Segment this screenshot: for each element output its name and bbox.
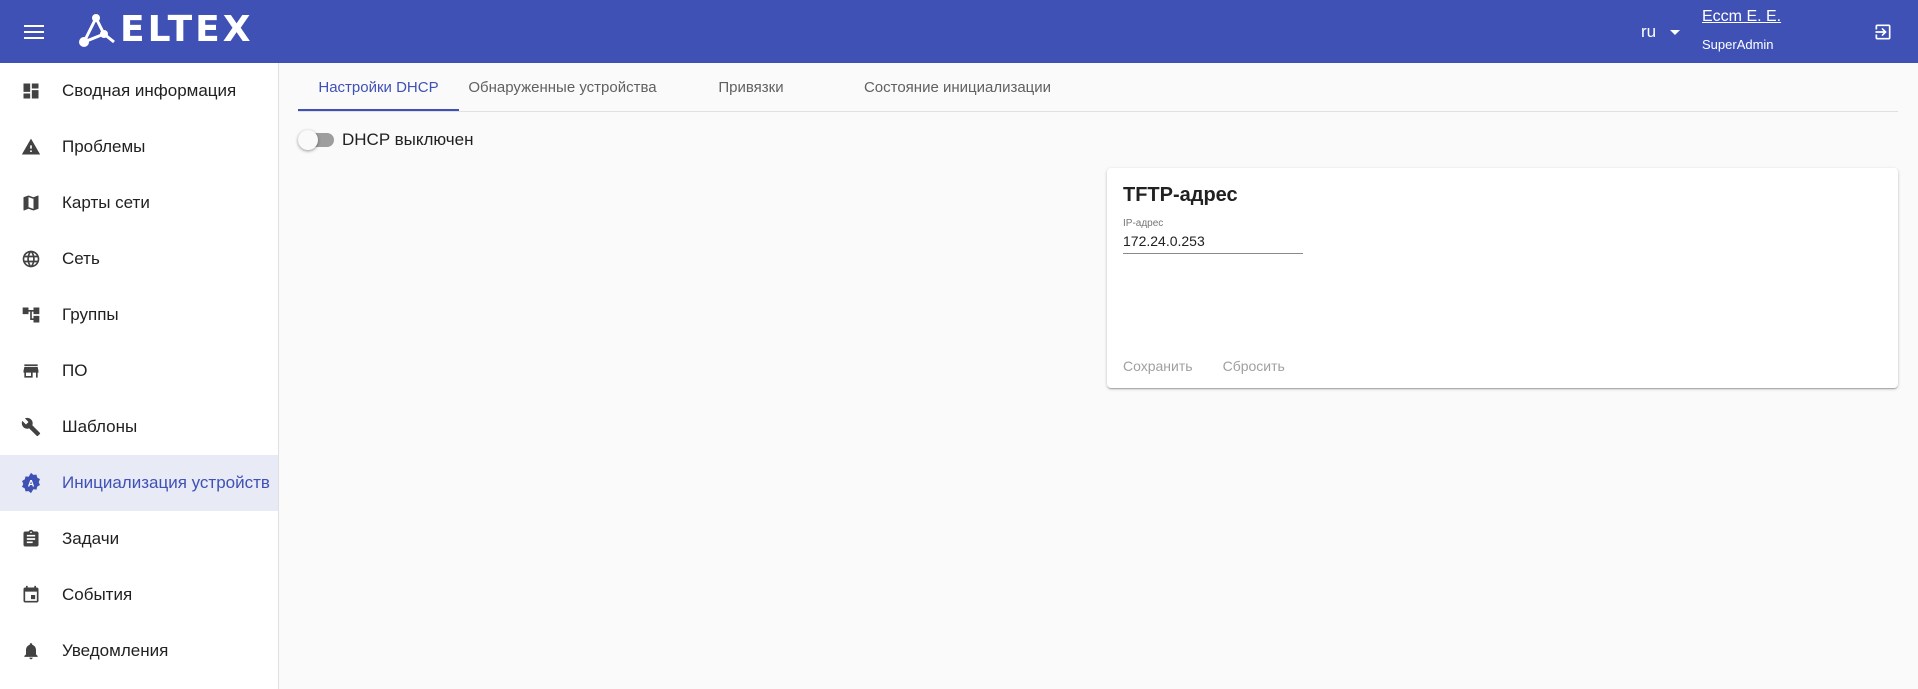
sidebar-item-label: Группы	[62, 305, 119, 324]
save-button[interactable]: Сохранить	[1115, 350, 1201, 382]
svg-text:A: A	[28, 479, 35, 489]
sidebar: Сводная информация Проблемы Карты сети С…	[0, 63, 279, 689]
toggle-switch[interactable]	[298, 128, 334, 152]
sidebar-item-label: Шаблоны	[62, 417, 138, 436]
warning-icon	[20, 136, 42, 158]
store-icon	[20, 360, 42, 382]
logo-mark-icon	[79, 14, 115, 47]
sidebar-item-templates[interactable]: Шаблоны	[0, 399, 278, 455]
sidebar-item-label: ПО	[62, 361, 88, 380]
sidebar-item-label: Сводная информация	[62, 81, 237, 100]
user-name-link[interactable]: Еccm E. E.	[1702, 8, 1781, 26]
app-header: ELTEX ru Еccm E. E. SuperAdmin	[0, 0, 1918, 63]
tab-init-state[interactable]: Состояние инициализации	[836, 63, 1079, 111]
logo-text: ELTEX	[120, 9, 254, 50]
tab-dhcp-settings[interactable]: Настройки DHCP	[298, 63, 459, 111]
tab-indicator	[298, 109, 459, 111]
tftp-card: TFTP-адрес IP-адрес Сохранить Сбросить	[1107, 168, 1898, 388]
tab-bindings[interactable]: Привязки	[666, 63, 836, 111]
caret-down-icon	[1670, 29, 1681, 35]
clipboard-icon	[20, 528, 42, 550]
sidebar-item-label: Сеть	[62, 249, 100, 268]
sidebar-item-tasks[interactable]: Задачи	[0, 511, 278, 567]
hierarchy-icon	[20, 304, 42, 326]
sidebar-item-network-maps[interactable]: Карты сети	[0, 175, 278, 231]
ip-address-field: IP-адрес	[1123, 218, 1303, 254]
sidebar-item-summary[interactable]: Сводная информация	[0, 63, 278, 119]
ip-address-label: IP-адрес	[1123, 218, 1164, 229]
dashboard-icon	[20, 80, 42, 102]
sidebar-item-groups[interactable]: Группы	[0, 287, 278, 343]
sidebar-item-problems[interactable]: Проблемы	[0, 119, 278, 175]
language-select[interactable]: ru	[1641, 20, 1681, 44]
sidebar-item-label: Уведомления	[62, 641, 169, 660]
sidebar-item-label: Проблемы	[62, 137, 146, 156]
card-title: TFTP-адрес	[1123, 184, 1238, 206]
menu-icon[interactable]	[19, 18, 49, 46]
user-role: SuperAdmin	[1702, 37, 1774, 52]
settings-badge-icon: A	[20, 472, 42, 494]
sidebar-item-events[interactable]: События	[0, 567, 278, 623]
sidebar-item-label: События	[62, 585, 133, 604]
tab-discovered-devices[interactable]: Обнаруженные устройства	[459, 63, 666, 111]
dhcp-toggle-label: DHCP выключен	[342, 130, 474, 149]
ip-address-input[interactable]	[1123, 233, 1303, 254]
sidebar-item-label: Карты сети	[62, 193, 150, 212]
globe-icon	[20, 248, 42, 270]
map-icon	[20, 192, 42, 214]
calendar-icon	[20, 584, 42, 606]
card-actions: Сохранить Сбросить	[1115, 350, 1307, 382]
sidebar-item-software[interactable]: ПО	[0, 343, 278, 399]
toggle-thumb	[298, 130, 318, 150]
wrench-icon	[20, 416, 42, 438]
eltex-logo: ELTEX	[76, 12, 253, 48]
dhcp-toggle[interactable]: DHCP выключен	[298, 128, 473, 152]
reset-button[interactable]: Сбросить	[1215, 350, 1293, 382]
sidebar-item-label: Задачи	[62, 529, 120, 548]
bell-icon	[20, 640, 42, 662]
logout-icon[interactable]	[1870, 19, 1896, 45]
sidebar-item-label: Инициализация устройств	[62, 473, 270, 492]
sidebar-item-notifications[interactable]: Уведомления	[0, 623, 278, 679]
sidebar-item-network[interactable]: Сеть	[0, 231, 278, 287]
tab-bar: Настройки DHCP Обнаруженные устройства П…	[298, 63, 1898, 112]
language-value: ru	[1641, 22, 1657, 41]
sidebar-item-device-init[interactable]: A Инициализация устройств	[0, 455, 278, 511]
